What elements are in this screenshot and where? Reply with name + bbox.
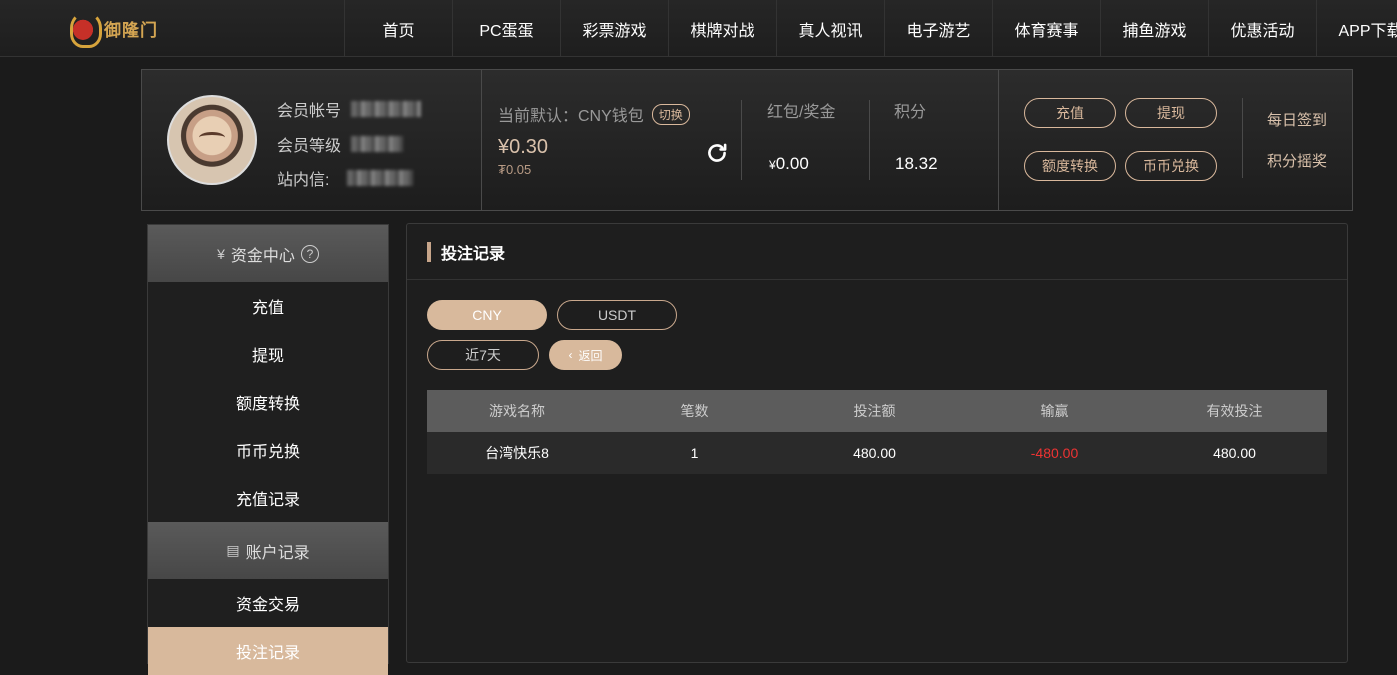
coin-exchange-button[interactable]: 币币兑换 xyxy=(1125,151,1217,181)
wallet-info: 当前默认：CNY钱包 切换 ¥0.30 ₮0.05 红包/奖金 ¥0.00 积分… xyxy=(482,70,999,210)
deposit-button[interactable]: 充值 xyxy=(1024,98,1116,128)
col-win-loss: 输赢 xyxy=(967,390,1142,432)
wallet-amount: ¥0.30 xyxy=(498,136,549,158)
date-range-button[interactable]: 近7天 xyxy=(427,340,539,370)
sidebar-header-funds: ¥ 资金中心 ? xyxy=(148,225,388,282)
site-logo[interactable]: 御隆门 xyxy=(66,8,166,48)
redpack-currency: ¥ xyxy=(769,158,776,172)
nav-item-sports[interactable]: 体育赛事 xyxy=(992,0,1100,57)
nav-item-lottery[interactable]: 彩票游戏 xyxy=(560,0,668,57)
messages-value-redacted xyxy=(347,170,414,186)
table-row: 台湾快乐8 1 480.00 -480.00 480.00 xyxy=(427,432,1327,474)
nav-item-pc-egg[interactable]: PC蛋蛋 xyxy=(452,0,560,57)
sidebar-item-deposit[interactable]: 充值 xyxy=(148,282,388,330)
points-value: 18.32 xyxy=(895,154,938,173)
sidebar-item-bet-records[interactable]: 投注记录 xyxy=(148,627,388,675)
profile-bar: 会员帐号 会员等级 站内信: 当前默认：CNY钱包 切换 ¥0.30 ₮0.05… xyxy=(141,69,1353,211)
yen-coin-icon: ¥ xyxy=(217,245,225,262)
account-value-redacted xyxy=(351,101,422,117)
help-icon[interactable]: ? xyxy=(300,244,319,263)
level-row: 会员等级 xyxy=(277,132,404,156)
back-button-label: 返回 xyxy=(578,348,603,363)
page-title: 投注记录 xyxy=(441,245,506,263)
col-count: 笔数 xyxy=(607,390,782,432)
sidebar-header-records-label: 账户记录 xyxy=(245,544,310,562)
nav-item-home[interactable]: 首页 xyxy=(344,0,452,57)
quick-actions: 充值 提现 额度转换 币币兑换 每日签到 积分摇奖 xyxy=(999,70,1352,210)
sidebar-item-deposit-records[interactable]: 充值记录 xyxy=(148,474,388,522)
wallet-label-row: 当前默认：CNY钱包 切换 xyxy=(498,102,690,126)
logo-mark-icon xyxy=(66,10,102,48)
wallet-sub-amount: ₮0.05 xyxy=(498,162,532,177)
table-header-row: 游戏名称 笔数 投注额 输赢 有效投注 xyxy=(427,390,1327,432)
avatar[interactable] xyxy=(167,95,257,185)
redpack-value: ¥0.00 xyxy=(769,154,809,174)
withdraw-button[interactable]: 提现 xyxy=(1125,98,1217,128)
level-value-redacted xyxy=(351,136,404,152)
messages-label: 站内信: xyxy=(277,172,330,189)
refresh-icon[interactable] xyxy=(704,140,730,166)
divider xyxy=(869,100,870,180)
cell-game-name: 台湾快乐8 xyxy=(427,432,607,474)
nav-menu: 首页 PC蛋蛋 彩票游戏 棋牌对战 真人视讯 电子游艺 体育赛事 捕鱼游戏 优惠… xyxy=(344,0,1397,57)
chevron-left-icon: ‹ xyxy=(568,348,573,362)
panel-header: 投注记录 xyxy=(407,224,1347,280)
cell-bet-amount: 480.00 xyxy=(782,432,967,474)
logo-text: 御隆门 xyxy=(104,20,158,41)
divider xyxy=(741,100,742,180)
col-valid-bet: 有效投注 xyxy=(1142,390,1327,432)
redpack-amount: 0.00 xyxy=(775,154,809,173)
cell-valid-bet: 480.00 xyxy=(1142,432,1327,474)
document-icon: ▤ xyxy=(226,542,240,558)
sidebar-item-transfer[interactable]: 额度转换 xyxy=(148,378,388,426)
account-row: 会员帐号 xyxy=(277,97,422,121)
nav-item-slots[interactable]: 电子游艺 xyxy=(884,0,992,57)
col-game-name: 游戏名称 xyxy=(427,390,607,432)
top-nav: 御隆门 首页 PC蛋蛋 彩票游戏 棋牌对战 真人视讯 电子游艺 体育赛事 捕鱼游… xyxy=(0,0,1397,57)
transfer-button[interactable]: 额度转换 xyxy=(1024,151,1116,181)
sidebar-header-records: ▤ 账户记录 xyxy=(148,522,388,579)
redpack-label: 红包/奖金 xyxy=(767,104,836,121)
sidebar-item-withdraw[interactable]: 提现 xyxy=(148,330,388,378)
nav-item-fishing[interactable]: 捕鱼游戏 xyxy=(1100,0,1208,57)
cell-win-loss: -480.00 xyxy=(967,432,1142,474)
messages-row[interactable]: 站内信: xyxy=(277,166,414,190)
cell-count: 1 xyxy=(607,432,782,474)
bet-records-table: 游戏名称 笔数 投注额 输赢 有效投注 台湾快乐8 1 480.00 -480.… xyxy=(427,390,1327,474)
nav-item-promotions[interactable]: 优惠活动 xyxy=(1208,0,1316,57)
daily-signin-link[interactable]: 每日签到 xyxy=(1267,109,1327,130)
nav-item-card-games[interactable]: 棋牌对战 xyxy=(668,0,776,57)
back-button[interactable]: ‹ 返回 xyxy=(549,340,622,370)
divider xyxy=(1242,98,1243,178)
tab-usdt[interactable]: USDT xyxy=(557,300,677,330)
title-accent-bar xyxy=(427,241,431,262)
col-bet-amount: 投注额 xyxy=(782,390,967,432)
bet-records-panel: 投注记录 CNY USDT 近7天 ‹ 返回 游戏名称 笔数 投注额 输赢 有效… xyxy=(406,223,1348,663)
sidebar-item-coin-exchange[interactable]: 币币兑换 xyxy=(148,426,388,474)
level-label: 会员等级 xyxy=(277,138,342,155)
points-lottery-link[interactable]: 积分摇奖 xyxy=(1267,150,1327,171)
user-info: 会员帐号 会员等级 站内信: xyxy=(142,70,482,210)
sidebar: ¥ 资金中心 ? 充值 提现 额度转换 币币兑换 充值记录 ▤ 账户记录 资金交… xyxy=(147,224,389,675)
nav-item-app-download[interactable]: APP下载 xyxy=(1316,0,1397,57)
account-label: 会员帐号 xyxy=(277,103,342,120)
switch-wallet-button[interactable]: 切换 xyxy=(651,103,690,125)
points-label: 积分 xyxy=(894,104,927,121)
nav-item-live-video[interactable]: 真人视讯 xyxy=(776,0,884,57)
sidebar-item-transactions[interactable]: 资金交易 xyxy=(148,579,388,627)
wallet-label: 当前默认：CNY钱包 xyxy=(498,108,644,125)
tab-cny[interactable]: CNY xyxy=(427,300,547,330)
sidebar-header-funds-label: 资金中心 xyxy=(230,247,295,265)
